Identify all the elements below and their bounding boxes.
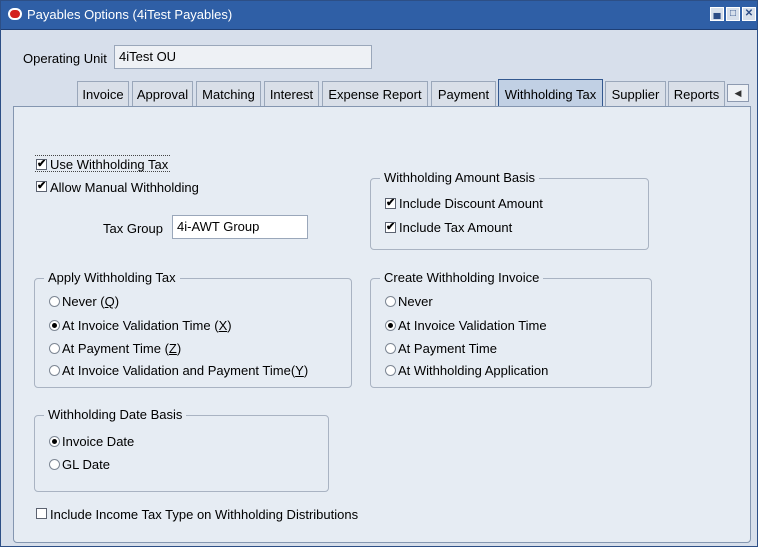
apply-withholding-tax-title: Apply Withholding Tax [44,270,180,285]
apply-payment-label: At Payment Time (Z) [62,341,182,356]
tab-interest[interactable]: Interest [264,81,319,106]
tab-approval[interactable]: Approval [132,81,193,106]
create-validation-label: At Invoice Validation Time [398,318,547,333]
include-tax-label: Include Tax Amount [399,220,513,235]
operating-unit-label: Operating Unit [23,51,107,66]
operating-unit-field[interactable]: 4iTest OU [114,45,372,69]
withholding-date-basis-group: Withholding Date Basis Invoice Date GL D… [34,407,329,492]
gl-date-radio[interactable] [49,459,60,470]
window-title: Payables Options (4iTest Payables) [27,7,233,22]
title-bar[interactable]: Payables Options (4iTest Payables) ▄ □ ✕ [1,1,757,30]
maximize-icon[interactable]: □ [726,7,740,21]
tab-supplier[interactable]: Supplier [605,81,666,106]
apply-withholding-tax-group: Apply Withholding Tax Never (Q) At Invoi… [34,270,352,388]
oracle-icon [8,8,22,20]
allow-manual-withholding-checkbox[interactable]: ✔ [36,181,47,192]
apply-never-label: Never (Q) [62,294,120,309]
create-never-radio[interactable] [385,296,396,307]
create-application-radio[interactable] [385,365,396,376]
apply-both-label: At Invoice Validation and Payment Time(Y… [62,363,309,378]
include-income-tax-type-checkbox[interactable] [36,508,47,519]
tax-group-field[interactable]: 4i-AWT Group [172,215,308,239]
create-payment-label: At Payment Time [398,341,497,356]
tab-matching[interactable]: Matching [196,81,261,106]
apply-validation-radio[interactable] [49,320,60,331]
create-withholding-invoice-title: Create Withholding Invoice [380,270,544,285]
tax-group-label: Tax Group [103,221,163,236]
withholding-date-basis-title: Withholding Date Basis [44,407,187,422]
close-icon[interactable]: ✕ [742,7,756,21]
create-withholding-invoice-group: Create Withholding Invoice Never At Invo… [370,270,652,388]
apply-both-radio[interactable] [49,365,60,376]
create-never-label: Never [398,294,433,309]
allow-manual-withholding-label: Allow Manual Withholding [50,180,199,195]
withholding-amount-basis-group: Withholding Amount Basis ✔ Include Disco… [370,170,649,250]
invoice-date-label: Invoice Date [62,434,135,449]
include-discount-checkbox[interactable]: ✔ [385,198,396,209]
apply-payment-radio[interactable] [49,343,60,354]
include-tax-checkbox[interactable]: ✔ [385,222,396,233]
create-application-label: At Withholding Application [398,363,549,378]
include-income-tax-type-label: Include Income Tax Type on Withholding D… [50,507,359,522]
withholding-tax-panel: ✔ Use Withholding Tax ✔ Allow Manual Wit… [13,106,751,543]
tab-payment[interactable]: Payment [431,81,496,106]
tab-reports[interactable]: Reports [668,81,725,106]
tab-expense-report[interactable]: Expense Report [322,81,428,106]
payables-options-window: Payables Options (4iTest Payables) ▄ □ ✕… [0,0,758,547]
use-withholding-tax-label: Use Withholding Tax [50,157,169,172]
tab-withholding-tax[interactable]: Withholding Tax [498,79,603,106]
include-discount-label: Include Discount Amount [399,196,543,211]
create-validation-radio[interactable] [385,320,396,331]
withholding-amount-basis-title: Withholding Amount Basis [380,170,540,185]
create-payment-radio[interactable] [385,343,396,354]
apply-validation-label: At Invoice Validation Time (X) [62,318,232,333]
gl-date-label: GL Date [62,457,110,472]
minimize-icon[interactable]: ▄ [710,7,724,21]
apply-never-radio[interactable] [49,296,60,307]
invoice-date-radio[interactable] [49,436,60,447]
use-withholding-tax-checkbox[interactable]: ✔ [36,159,47,170]
triangle-left-icon[interactable]: ◀ [727,84,749,102]
tab-invoice[interactable]: Invoice [77,81,129,106]
